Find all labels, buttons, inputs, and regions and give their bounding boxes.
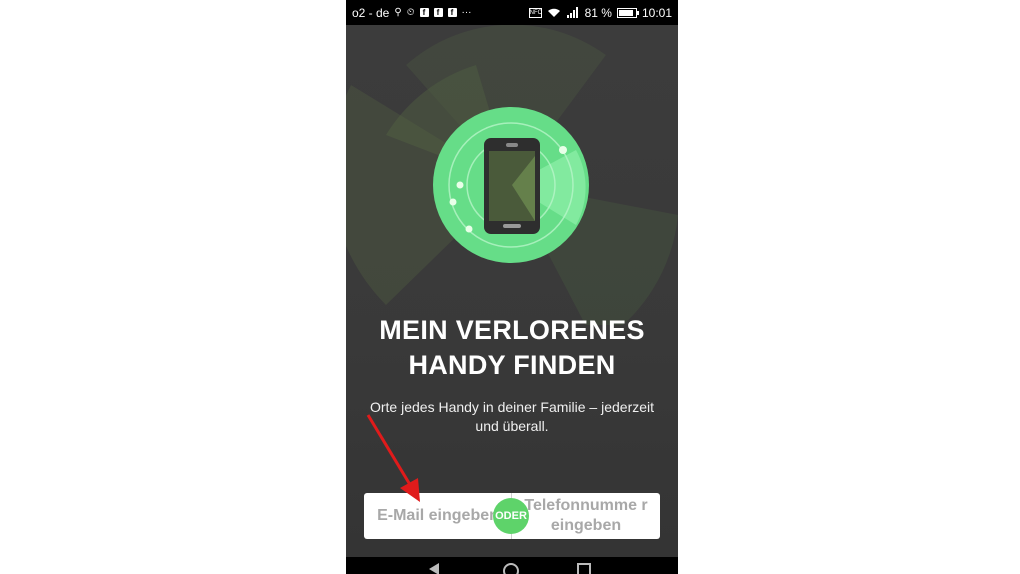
facebook-icon: f	[419, 8, 429, 17]
signal-icon	[566, 7, 578, 18]
recents-icon[interactable]	[577, 563, 591, 574]
home-icon[interactable]	[503, 563, 519, 574]
or-badge: ODER	[493, 498, 529, 534]
more-icon: ···	[461, 6, 472, 18]
status-bar: o2 - de ⚲ ⏲ f f f ··· NFC 81 % 10:01	[346, 0, 678, 25]
location-icon: ⚲	[394, 6, 402, 18]
clock: 10:01	[641, 5, 672, 20]
navigation-bar	[346, 557, 678, 574]
battery-icon	[616, 7, 639, 18]
phone-number-option-button[interactable]: Telefonnumme r eingeben	[512, 493, 660, 539]
battery-percent: 81 %	[584, 5, 612, 20]
back-icon[interactable]	[429, 563, 439, 574]
alarm-icon: ⏲	[406, 6, 415, 18]
nfc-icon: NFC	[528, 7, 542, 18]
facebook-icon: f	[433, 8, 443, 17]
phone-radar-icon	[346, 25, 678, 325]
annotation-arrow	[366, 414, 420, 502]
facebook-icon: f	[447, 8, 457, 17]
carrier-label: o2 - de	[352, 5, 390, 20]
page-title: MEIN VERLORENES HANDY FINDEN	[379, 315, 645, 380]
wifi-icon	[547, 8, 560, 17]
